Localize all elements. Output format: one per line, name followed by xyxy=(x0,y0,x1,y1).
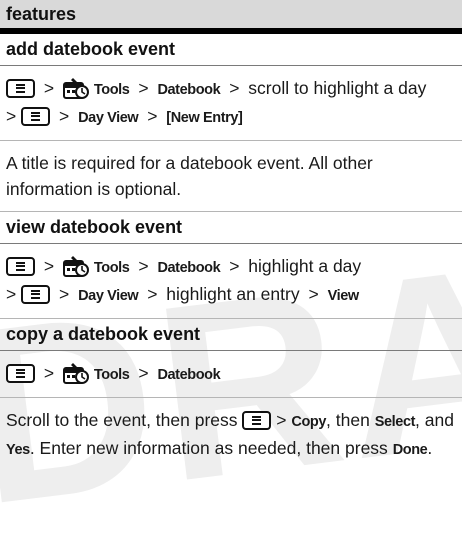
separator: > xyxy=(138,256,149,276)
separator: > xyxy=(229,256,240,276)
copy-instructions-row: Scroll to the event, then press > Copy, … xyxy=(0,398,462,472)
section-title-copy: copy a datebook event xyxy=(0,319,462,351)
copy-key-label: Copy xyxy=(291,414,327,430)
table-header: features xyxy=(0,0,462,34)
separator: > xyxy=(6,284,17,304)
tools-label: Tools xyxy=(93,367,130,383)
done-key-label: Done xyxy=(392,442,428,458)
copy-path-row: > Tools > Datebook xyxy=(0,351,462,398)
separator: > xyxy=(229,78,240,98)
menu-key-icon xyxy=(6,257,35,276)
highlight-entry-text: highlight an entry xyxy=(166,284,300,304)
add-note-row: A title is required for a datebook event… xyxy=(0,141,462,212)
section-copy-title: copy a datebook event xyxy=(6,324,201,344)
tools-label: Tools xyxy=(93,260,130,276)
menu-key-icon xyxy=(6,79,35,98)
new-entry-label: [New Entry] xyxy=(166,110,243,126)
datebook-label: Datebook xyxy=(157,260,221,276)
datebook-label: Datebook xyxy=(157,82,221,98)
separator: > xyxy=(43,363,55,383)
separator: > xyxy=(58,284,70,304)
menu-key-icon xyxy=(242,411,272,430)
add-path-row: > Tools > Datebook > scroll to highlight… xyxy=(0,66,462,141)
select-key-label: Select xyxy=(374,414,416,430)
day-view-label: Day View xyxy=(78,110,139,126)
separator: > xyxy=(43,78,55,98)
copy-text-enter: . Enter new information as needed, then … xyxy=(29,438,388,458)
view-label: View xyxy=(327,288,360,304)
highlight-day-text: highlight a day xyxy=(248,256,362,276)
separator: > xyxy=(276,410,287,430)
copy-text-and: and xyxy=(424,410,454,430)
section-title-view: view datebook event xyxy=(0,212,462,244)
separator: > xyxy=(6,106,17,126)
tools-icon xyxy=(62,363,89,384)
copy-text-then: , then xyxy=(326,410,370,430)
separator: > xyxy=(147,106,158,126)
tools-icon xyxy=(62,256,89,277)
datebook-label: Datebook xyxy=(157,367,221,383)
separator: > xyxy=(308,284,319,304)
header-title: features xyxy=(6,3,77,24)
add-note-text: A title is required for a datebook event… xyxy=(6,153,373,199)
copy-text-comma: , xyxy=(415,410,420,430)
separator: > xyxy=(43,256,55,276)
copy-text-end: . xyxy=(427,438,433,458)
tools-label: Tools xyxy=(93,82,130,98)
separator: > xyxy=(138,78,149,98)
section-add-title: add datebook event xyxy=(6,39,176,59)
menu-key-icon xyxy=(21,107,51,126)
day-view-label: Day View xyxy=(78,288,139,304)
yes-key-label: Yes xyxy=(6,442,30,458)
separator: > xyxy=(58,106,70,126)
menu-key-icon xyxy=(21,285,51,304)
features-table: features add datebook event > Tools > Da… xyxy=(0,0,462,472)
copy-text-scroll: Scroll to the event, then press xyxy=(6,410,238,430)
section-view-title: view datebook event xyxy=(6,217,183,237)
view-path-row: > Tools > Datebook > highlight a day > >… xyxy=(0,244,462,319)
tools-icon xyxy=(62,78,89,99)
separator: > xyxy=(147,284,158,304)
separator: > xyxy=(138,363,149,383)
scroll-instruction: scroll to highlight a day xyxy=(248,78,427,98)
menu-key-icon xyxy=(6,364,35,383)
section-title-add: add datebook event xyxy=(0,34,462,66)
